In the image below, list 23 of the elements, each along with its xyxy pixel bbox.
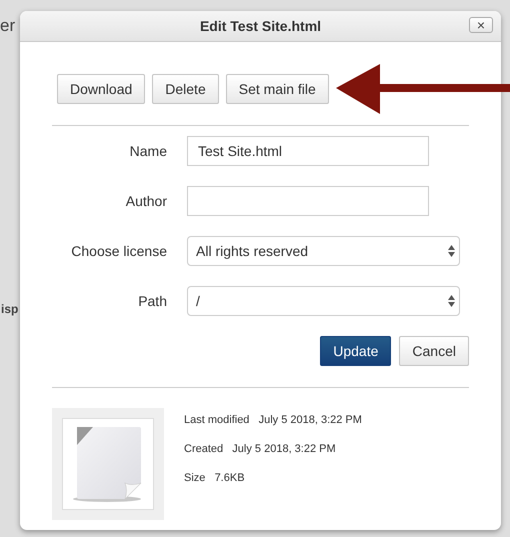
close-button[interactable]: × (469, 17, 493, 33)
action-button[interactable]: Download (57, 74, 146, 104)
select-field[interactable]: / (187, 286, 460, 316)
file-detail: Created July 5 2018, 3:22 PM (184, 442, 337, 456)
field-label: Choose license (70, 243, 167, 259)
input-field[interactable] (187, 186, 429, 216)
file-icon (62, 418, 154, 510)
updown-icon (448, 295, 455, 307)
form-button[interactable]: Update (320, 336, 392, 366)
field-label: Path (137, 293, 167, 309)
input-field[interactable]: Test Site.html (187, 136, 429, 166)
file-detail: Size 7.6KB (184, 471, 246, 485)
dialog-title: Edit Test Site.html (200, 18, 322, 34)
field-label: Name (128, 143, 167, 159)
select-field[interactable]: All rights reserved (187, 236, 460, 266)
field-label: Author (124, 193, 167, 209)
form-button[interactable]: Cancel (399, 336, 469, 366)
action-button[interactable]: Set main file (226, 74, 329, 104)
page-text: isp (1, 302, 18, 316)
file-detail: Last modified July 5 2018, 3:22 PM (184, 413, 362, 427)
action-button[interactable]: Delete (152, 74, 219, 104)
page-text: er (0, 16, 16, 36)
updown-icon (448, 245, 455, 257)
